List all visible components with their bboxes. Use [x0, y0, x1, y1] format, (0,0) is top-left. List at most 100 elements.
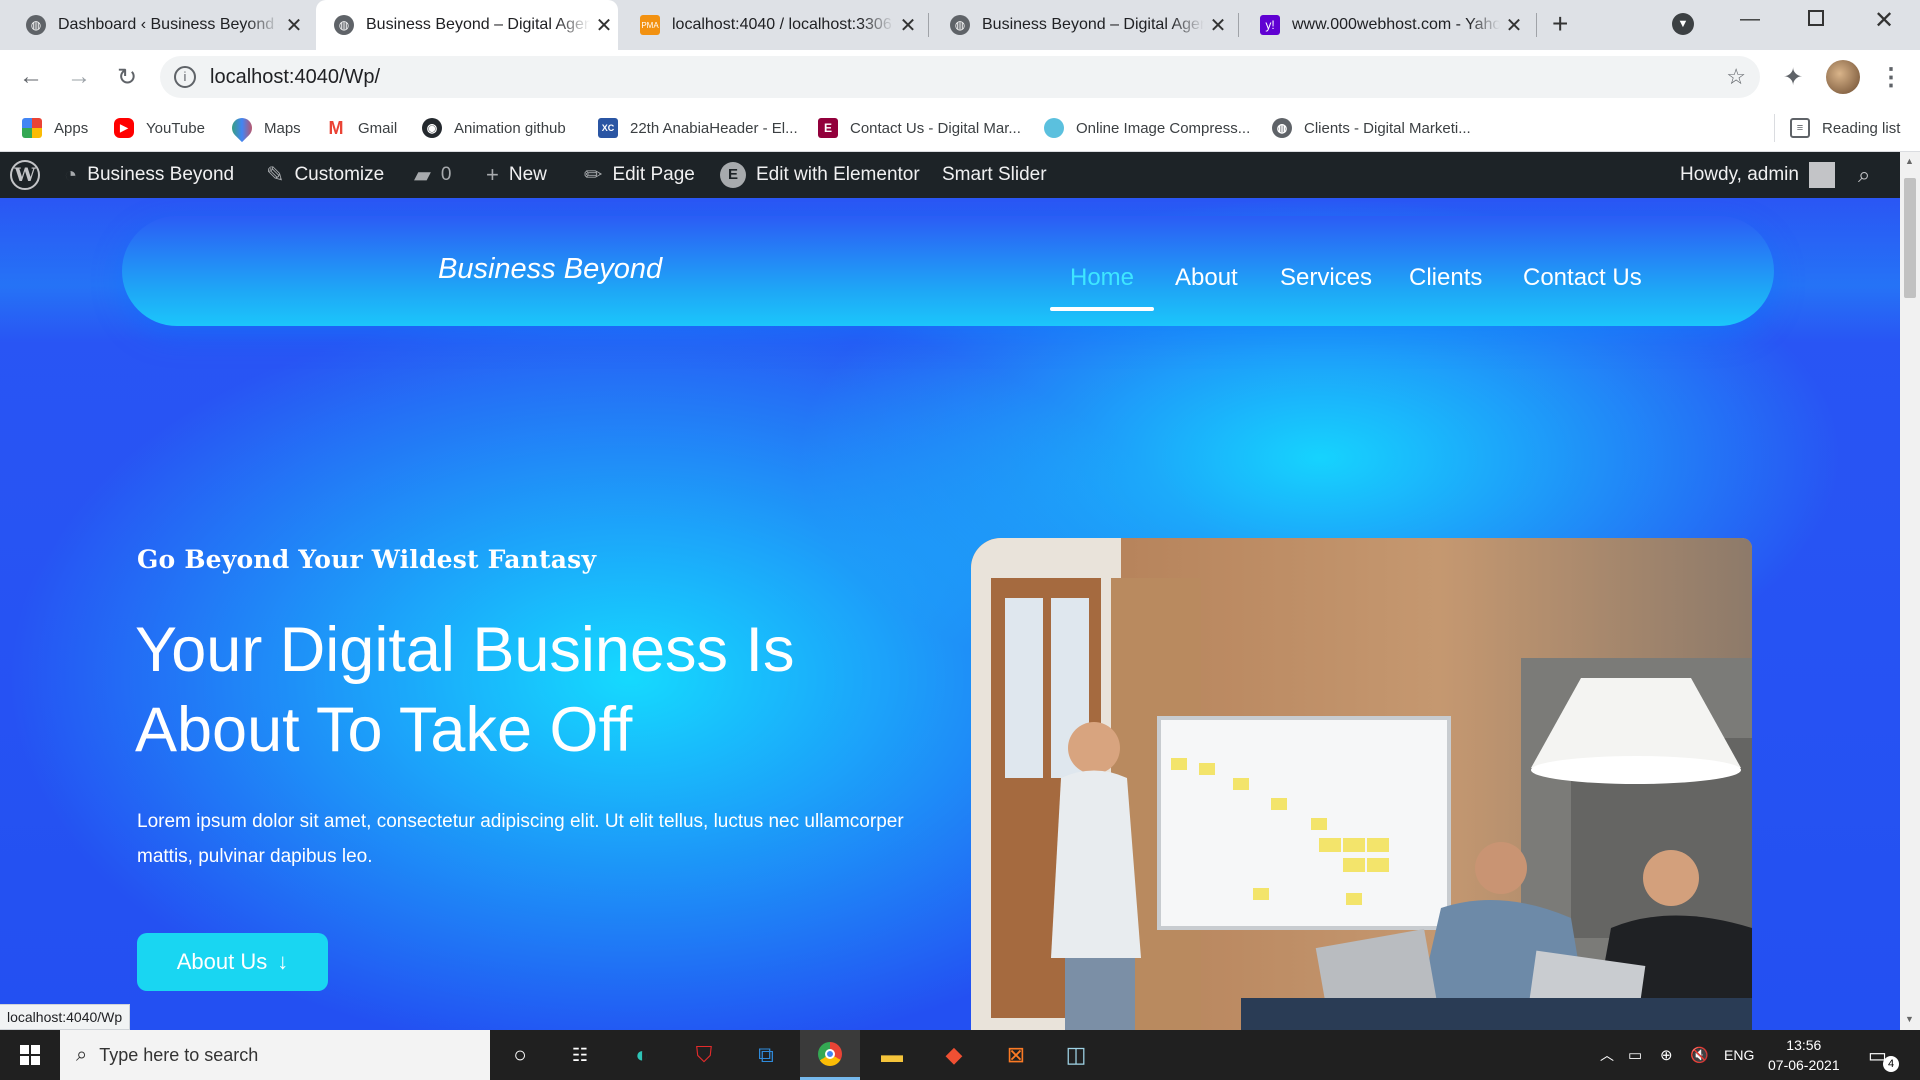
hero-photo-illustration: [971, 538, 1752, 1030]
wp-customize[interactable]: ✎ Customize: [266, 152, 384, 198]
nav-contact-us[interactable]: Contact Us: [1523, 264, 1642, 292]
forward-icon[interactable]: →: [62, 60, 96, 94]
edit-page-label: Edit Page: [612, 164, 695, 185]
smart-slider-label: Smart Slider: [942, 164, 1047, 185]
bookmark-clients[interactable]: ◍ Clients - Digital Marketi...: [1272, 116, 1471, 140]
file-explorer-icon[interactable]: ▬: [862, 1030, 922, 1080]
about-us-button-label: About Us: [176, 949, 268, 974]
app-icon[interactable]: ◫: [1046, 1030, 1106, 1080]
browser-tab-active[interactable]: ◍ Business Beyond – Digital Agenc ✕: [316, 0, 618, 50]
wp-edit-page[interactable]: ✏ Edit Page: [584, 152, 695, 198]
clock-time: 13:56: [1786, 1037, 1822, 1053]
elementor-icon: E: [818, 118, 838, 138]
clock-date: 07-06-2021: [1768, 1057, 1840, 1073]
nav-clients[interactable]: Clients: [1409, 264, 1482, 292]
tab-separator: [928, 13, 929, 37]
close-window-icon[interactable]: ✕: [1874, 6, 1894, 35]
git-icon[interactable]: ◆: [924, 1030, 984, 1080]
bookmark-apps[interactable]: Apps: [22, 116, 88, 140]
comment-icon: ▰: [414, 162, 431, 187]
browser-tab[interactable]: ◍ Business Beyond – Digital Agenc ✕: [932, 0, 1232, 50]
bookmarks-bar: Apps ▶ YouTube Maps M Gmail ◉ Animation …: [0, 104, 1920, 152]
nav-services[interactable]: Services: [1280, 264, 1372, 292]
wp-new[interactable]: + New: [486, 152, 547, 198]
cloud-icon: [1044, 118, 1064, 138]
wp-smart-slider[interactable]: Smart Slider: [942, 152, 1047, 198]
wp-comments[interactable]: ▰ 0: [414, 152, 452, 198]
bookmark-gmail[interactable]: M Gmail: [326, 116, 397, 140]
language-indicator[interactable]: ENG: [1724, 1030, 1754, 1080]
cortana-icon[interactable]: ○: [490, 1030, 550, 1080]
site-logo[interactable]: Business Beyond: [438, 253, 662, 286]
github-icon: ◉: [422, 118, 442, 138]
edge-icon[interactable]: ◐: [612, 1030, 672, 1080]
wp-admin-bar: W ◔ Business Beyond ✎ Customize ▰ 0 + Ne…: [0, 152, 1920, 198]
tab-search-icon[interactable]: ▼: [1672, 13, 1694, 35]
bookmark-animation-github[interactable]: ◉ Animation github: [422, 116, 566, 140]
wp-edit-elementor[interactable]: E Edit with Elementor: [720, 152, 920, 198]
tray-overflow-icon[interactable]: ︿: [1600, 1030, 1614, 1080]
network-icon[interactable]: ⊕: [1660, 1030, 1673, 1080]
chrome-menu-icon[interactable]: ⋮: [1874, 60, 1908, 94]
link-status-bubble: localhost:4040/Wp: [0, 1004, 131, 1030]
nav-home[interactable]: Home: [1070, 264, 1134, 292]
page-scrollbar[interactable]: ▲ ▼: [1900, 152, 1920, 1030]
scrollbar-thumb[interactable]: [1904, 178, 1916, 298]
close-tab-icon[interactable]: ✕: [1500, 13, 1528, 38]
bookmark-youtube[interactable]: ▶ YouTube: [114, 116, 205, 140]
new-tab-icon[interactable]: +: [1552, 8, 1568, 40]
browser-tab[interactable]: ◍ Dashboard ‹ Business Beyond — ✕: [8, 0, 308, 50]
task-view-icon[interactable]: ☷: [550, 1030, 610, 1080]
yahoo-icon: y!: [1260, 15, 1280, 35]
new-label: New: [508, 164, 547, 185]
minimize-icon[interactable]: —: [1740, 8, 1760, 31]
site-info-icon[interactable]: i: [174, 66, 196, 88]
bookmark-contact-us[interactable]: E Contact Us - Digital Mar...: [818, 116, 1021, 140]
browser-tab[interactable]: PMA localhost:4040 / localhost:3306 / ✕: [622, 0, 922, 50]
reload-icon[interactable]: ↻: [110, 60, 144, 94]
globe-icon: ◍: [26, 15, 46, 35]
about-us-button[interactable]: About Us ↓: [137, 933, 328, 991]
battery-icon[interactable]: ▭: [1628, 1030, 1642, 1080]
xampp-icon[interactable]: ⊠: [986, 1030, 1046, 1080]
wp-logo-button[interactable]: W: [10, 152, 40, 198]
clock[interactable]: 13:56 07-06-2021: [1768, 1030, 1840, 1080]
search-icon[interactable]: ⌕: [1858, 152, 1870, 198]
bookmark-anabia-header[interactable]: XC 22th AnabiaHeader - El...: [598, 116, 798, 140]
close-tab-icon[interactable]: ✕: [280, 13, 308, 38]
taskbar-search-box[interactable]: ⌕ Type here to search: [60, 1030, 490, 1080]
close-tab-icon[interactable]: ✕: [894, 13, 922, 38]
profile-avatar[interactable]: [1826, 60, 1860, 94]
close-tab-icon[interactable]: ✕: [1204, 13, 1232, 38]
notifications-icon[interactable]: ▭: [1868, 1030, 1887, 1080]
dashboard-icon: ◔: [64, 162, 78, 187]
chrome-icon[interactable]: [800, 1030, 860, 1080]
nav-about[interactable]: About: [1175, 264, 1238, 292]
extensions-icon[interactable]: ✦: [1776, 60, 1810, 94]
hero-body-text: Lorem ipsum dolor sit amet, consectetur …: [137, 811, 904, 867]
bookmark-star-icon[interactable]: ☆: [1726, 64, 1746, 90]
bookmark-label: 22th AnabiaHeader - El...: [630, 119, 798, 137]
hero-image-office-meeting: [971, 538, 1752, 1030]
restore-icon[interactable]: [1808, 10, 1824, 26]
vscode-icon[interactable]: ⧉: [736, 1030, 796, 1080]
reading-list-button[interactable]: ≡ Reading list: [1790, 116, 1900, 140]
close-tab-icon[interactable]: ✕: [590, 13, 618, 38]
hero-tagline: Go Beyond Your Wildest Fantasy: [137, 545, 597, 574]
volume-muted-icon[interactable]: 🔇: [1690, 1030, 1709, 1080]
tab-title: Business Beyond – Digital Agenc: [982, 16, 1204, 33]
reading-list-label: Reading list: [1822, 119, 1901, 137]
tab-title: Dashboard ‹ Business Beyond —: [58, 16, 280, 33]
scroll-down-icon[interactable]: ▼: [1905, 1014, 1914, 1024]
scroll-up-icon[interactable]: ▲: [1905, 156, 1914, 166]
address-bar[interactable]: i localhost:4040/Wp/ ☆: [160, 56, 1760, 98]
bookmark-image-compress[interactable]: Online Image Compress...: [1044, 116, 1250, 140]
mcafee-icon[interactable]: ⛉: [674, 1030, 734, 1080]
browser-tab[interactable]: y! www.000webhost.com - Yahoo ! ✕: [1242, 0, 1528, 50]
browser-tab-strip: ◍ Dashboard ‹ Business Beyond — ✕ ◍ Busi…: [0, 0, 1920, 50]
windows-start-icon[interactable]: [0, 1030, 60, 1080]
wp-account[interactable]: Howdy, admin: [1680, 152, 1835, 198]
wp-site-name[interactable]: ◔ Business Beyond: [64, 152, 234, 198]
bookmark-maps[interactable]: Maps: [227, 113, 301, 143]
back-icon[interactable]: ←: [14, 60, 48, 94]
